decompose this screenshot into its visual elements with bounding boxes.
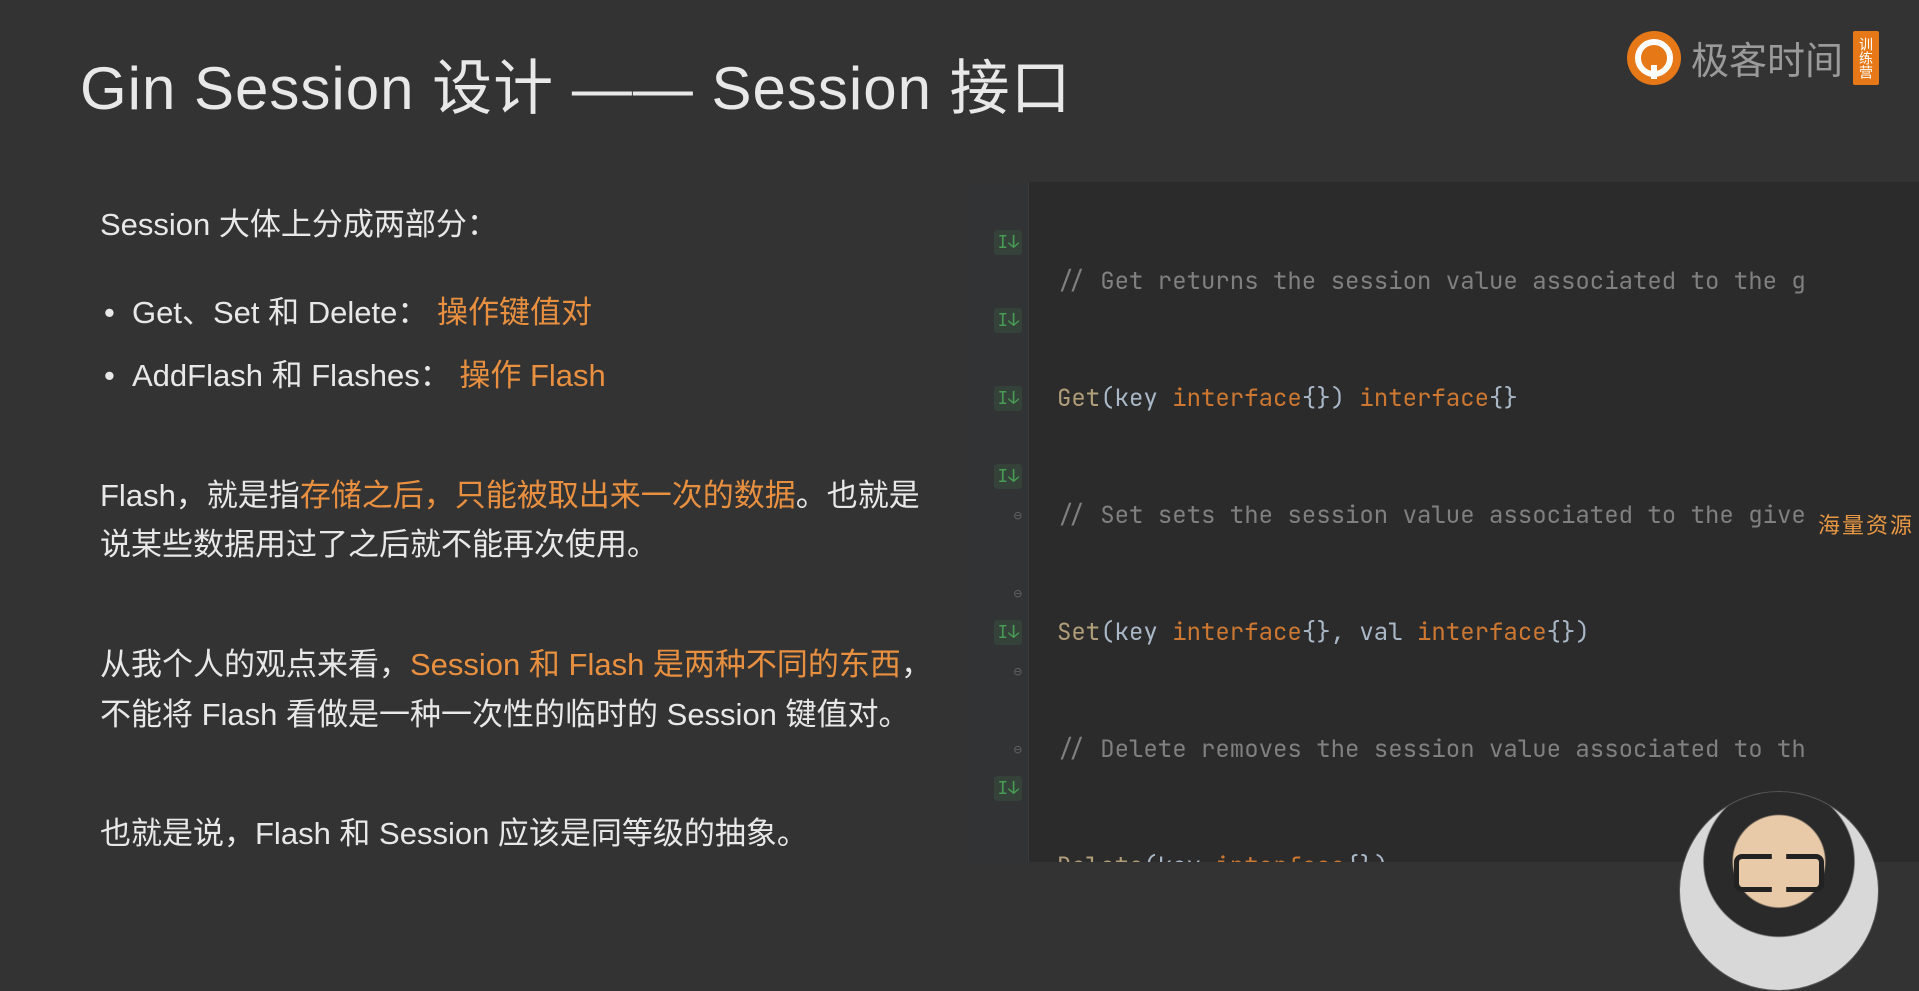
brand-logo-icon [1627, 31, 1681, 85]
fold-icon[interactable]: ⊖ [1014, 663, 1022, 681]
gutter-implement-icon[interactable]: I↓ [994, 620, 1022, 645]
bullet-highlight: 操作键值对 [437, 295, 592, 330]
brand-logo-badge: 训练营 [1853, 31, 1879, 85]
paragraph-intro: Session 大体上分成两部分： [100, 200, 940, 250]
gutter-implement-icon[interactable]: I↓ [994, 464, 1022, 489]
paragraph-conclusion: 也就是说，Flash 和 Session 应该是同等级的抽象。 [100, 809, 940, 859]
code-fn: Set [1057, 617, 1100, 648]
fold-icon[interactable]: ⊖ [1014, 585, 1022, 603]
slide-title: Gin Session 设计 —— Session 接口 [80, 40, 1072, 127]
code-gutter: I↓ I↓ I↓ I↓ ⊖ ⊖ I↓ ⊖ ⊖ I↓ [969, 182, 1029, 862]
text: 从我个人的观点来看， [100, 647, 410, 682]
code-comment: // Delete removes the session value asso… [1057, 734, 1806, 765]
paragraph-opinion: 从我个人的观点来看，Session 和 Flash 是两种不同的东西，不能将 F… [100, 640, 940, 739]
gutter-implement-icon[interactable]: I↓ [994, 776, 1022, 801]
code-fn: Get [1057, 383, 1100, 414]
slide-text-content: Session 大体上分成两部分： Get、Set 和 Delete： 操作键值… [100, 200, 940, 897]
bullet-get-set-delete: Get、Set 和 Delete： 操作键值对 [100, 288, 940, 338]
gutter-implement-icon[interactable]: I↓ [994, 230, 1022, 255]
presenter-webcam [1679, 791, 1879, 991]
code-editor-panel: I↓ I↓ I↓ I↓ ⊖ ⊖ I↓ ⊖ ⊖ I↓ // Get returns… [969, 182, 1919, 862]
code-fn: Delete [1057, 851, 1143, 862]
code-content: // Get returns the session value associa… [1029, 182, 1919, 862]
bullet-highlight: 操作 Flash [459, 358, 605, 393]
code-comment: // Get returns the session value associa… [1057, 266, 1806, 297]
gutter-implement-icon[interactable]: I↓ [994, 386, 1022, 411]
code-comment: // Set sets the session value associated… [1057, 500, 1806, 531]
text: Flash，就是指 [100, 478, 300, 513]
bullet-text: Get、Set 和 Delete： [132, 295, 428, 330]
brand-logo: 极客时间 训练营 [1627, 30, 1879, 85]
brand-logo-text: 极客时间 [1691, 30, 1843, 85]
paragraph-flash-def: Flash，就是指存储之后，只能被取出来一次的数据。也就是说某些数据用过了之后就… [100, 471, 940, 570]
fold-icon[interactable]: ⊖ [1014, 507, 1022, 525]
watermark-text: 海量资源 [1818, 508, 1914, 540]
gutter-implement-icon[interactable]: I↓ [994, 308, 1022, 333]
text-highlight: 存储之后，只能被取出来一次的数据 [300, 478, 796, 513]
bullet-addflash-flashes: AddFlash 和 Flashes： 操作 Flash [100, 351, 940, 401]
text-highlight: Session 和 Flash 是两种不同的东西 [410, 647, 901, 682]
fold-icon[interactable]: ⊖ [1014, 741, 1022, 759]
bullet-text: AddFlash 和 Flashes： [132, 358, 451, 393]
